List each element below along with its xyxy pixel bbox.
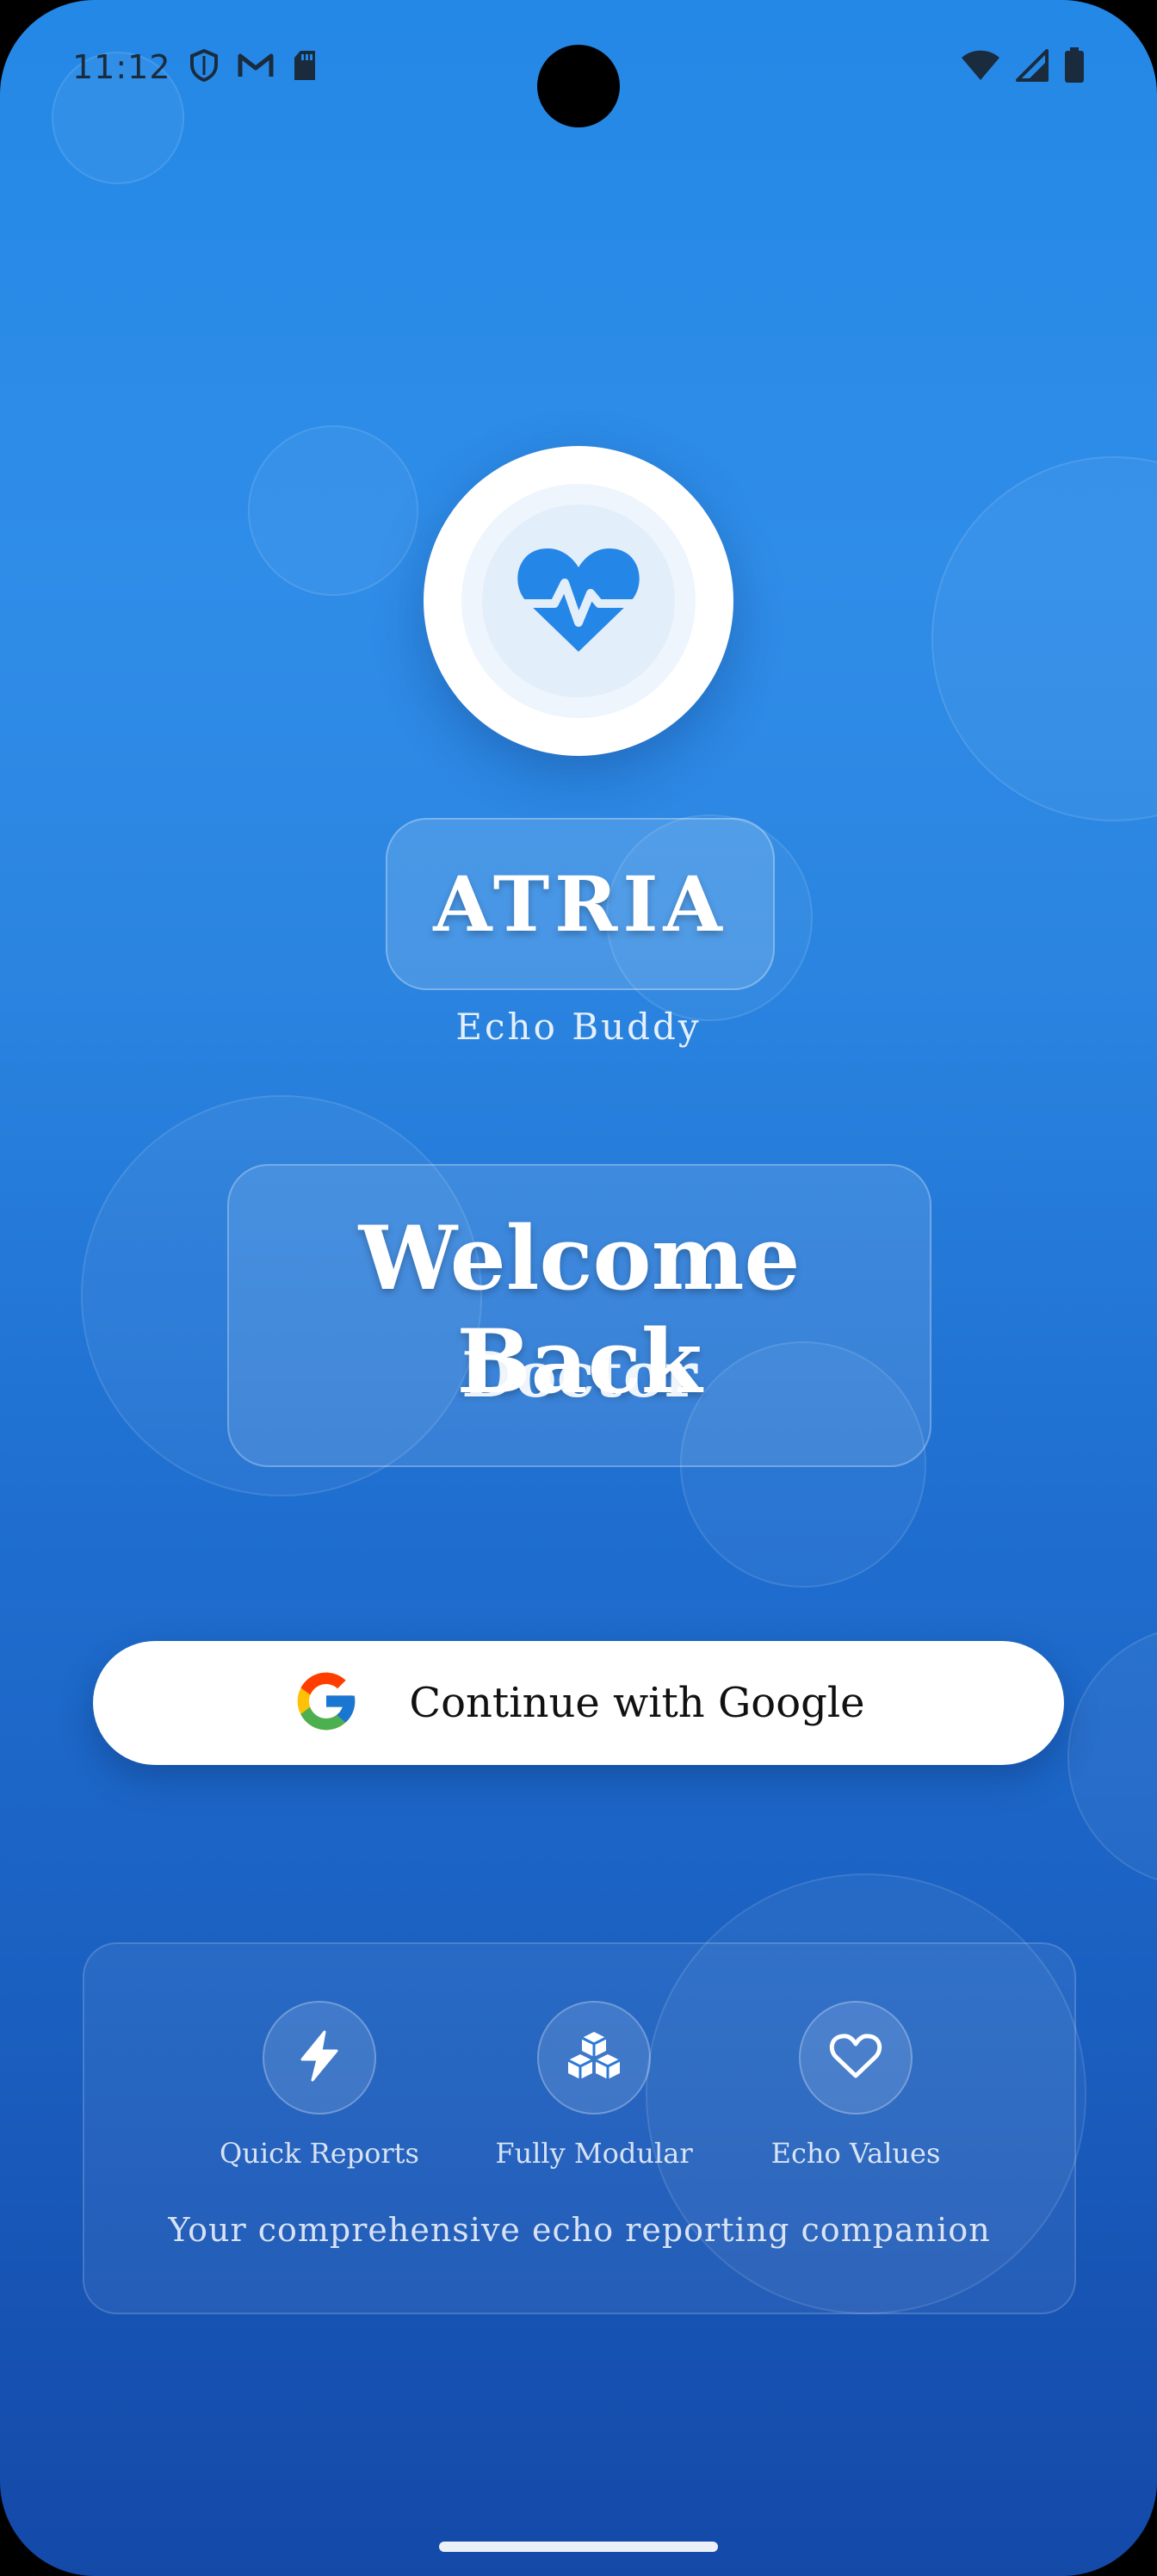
- feature-quick-reports: Quick Reports: [190, 2001, 449, 2170]
- features-card: Quick Reports Fully Modular Echo Values …: [83, 1942, 1076, 2314]
- feature-icon-circle: [799, 2001, 913, 2115]
- status-right: [961, 47, 1085, 87]
- sd-card-icon: [292, 49, 318, 85]
- shield-icon: [189, 48, 220, 86]
- app-subtitle: Echo Buddy: [455, 1006, 702, 1048]
- cubes-icon: [563, 2028, 625, 2087]
- decorative-bubble: [931, 456, 1157, 821]
- heart-pulse-icon: [512, 543, 645, 659]
- continue-with-google-button[interactable]: Continue with Google: [93, 1641, 1064, 1765]
- tagline: Your comprehensive echo reporting compan…: [168, 2211, 991, 2249]
- feature-label: Fully Modular: [495, 2137, 693, 2170]
- app-name-card: ATRIA: [386, 818, 775, 990]
- decorative-bubble: [1067, 1625, 1157, 1887]
- wifi-icon: [961, 49, 1000, 85]
- cellular-signal-icon: [1016, 49, 1049, 85]
- feature-echo-values: Echo Values: [727, 2001, 985, 2170]
- welcome-subtitle: Doctor: [461, 1338, 697, 1411]
- home-indicator[interactable]: [439, 2542, 718, 2552]
- status-left: 11:12: [72, 48, 318, 86]
- status-time: 11:12: [72, 48, 171, 86]
- heart-outline-icon: [829, 2032, 882, 2084]
- google-icon: [292, 1667, 361, 1739]
- decorative-bubble: [248, 425, 418, 596]
- welcome-card: Welcome Back Doctor: [227, 1164, 931, 1467]
- google-button-label: Continue with Google: [409, 1679, 865, 1727]
- app-name: ATRIA: [433, 859, 727, 949]
- lightning-icon: [297, 2030, 342, 2085]
- feature-icon-circle: [263, 2001, 376, 2115]
- feature-label: Echo Values: [770, 2137, 941, 2170]
- feature-fully-modular: Fully Modular: [465, 2001, 723, 2170]
- logo-ring: [461, 484, 696, 718]
- feature-label: Quick Reports: [220, 2137, 419, 2170]
- app-logo: [424, 446, 733, 756]
- battery-icon: [1064, 47, 1085, 87]
- logo-core: [482, 505, 675, 697]
- feature-icon-circle: [537, 2001, 651, 2115]
- camera-cutout: [537, 45, 620, 127]
- gmail-icon: [237, 51, 275, 84]
- login-screen: 11:12 ATRIA Echo Buddy Welcome Back Doct…: [0, 0, 1157, 2576]
